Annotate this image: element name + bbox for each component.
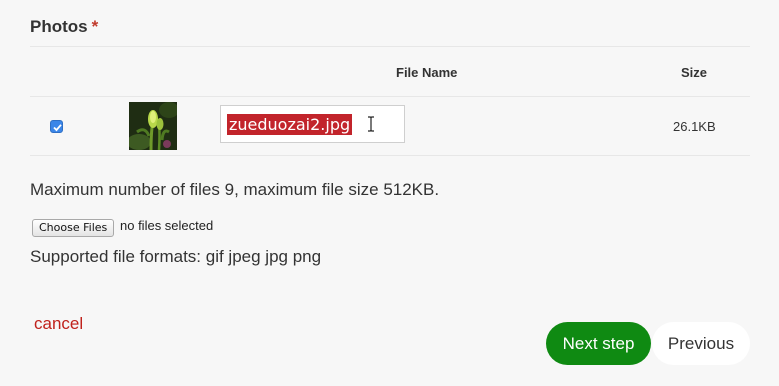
previous-button[interactable]: Previous (652, 322, 750, 365)
required-mark: * (91, 17, 99, 36)
photo-thumbnail (129, 102, 177, 150)
cancel-link[interactable]: cancel (34, 314, 83, 334)
column-header-file-name: File Name (396, 65, 458, 80)
choose-files-button[interactable]: Choose Files (32, 219, 115, 237)
supported-formats-text: Supported file formats: gif jpeg jpg png (30, 247, 322, 266)
file-name-input[interactable]: zueduozai2.jpg (220, 105, 405, 143)
file-name-value: zueduozai2.jpg (227, 114, 353, 135)
upload-limits-text: Maximum number of files 9, maximum file … (30, 180, 440, 199)
file-picker-status: no files selected (120, 218, 214, 233)
section-title-label: Photos (30, 17, 88, 36)
text-cursor-icon (368, 116, 374, 132)
row-checkbox[interactable] (50, 120, 63, 133)
divider (30, 96, 750, 97)
next-step-button[interactable]: Next step (546, 322, 651, 365)
file-size: 26.1KB (673, 119, 716, 134)
section-title: Photos * (30, 17, 98, 37)
divider (30, 155, 750, 156)
divider (30, 46, 750, 47)
checkbox-checked-icon (53, 124, 62, 132)
column-header-size: Size (681, 65, 708, 80)
